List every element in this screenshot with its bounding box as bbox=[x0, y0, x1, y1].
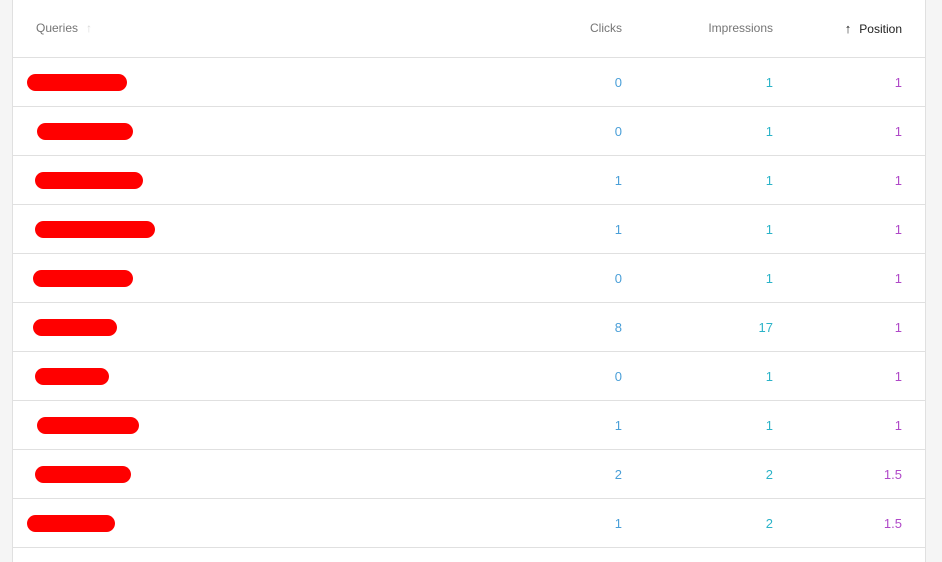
clicks-value: 1 bbox=[614, 516, 622, 531]
table-row[interactable]: 0 1 1 bbox=[13, 352, 925, 401]
table-row[interactable]: 1 2 1.5 bbox=[13, 499, 925, 548]
header-clicks[interactable]: Clicks bbox=[590, 21, 622, 35]
header-position[interactable]: ↑ Position bbox=[845, 21, 902, 36]
position-value: 1 bbox=[894, 124, 902, 139]
position-value: 1 bbox=[894, 418, 902, 433]
header-queries[interactable]: Queries ↑ bbox=[36, 21, 92, 35]
position-value: 1 bbox=[894, 369, 902, 384]
redacted-query bbox=[35, 368, 109, 385]
clicks-value: 1 bbox=[614, 173, 622, 188]
header-impressions[interactable]: Impressions bbox=[708, 21, 773, 35]
impressions-value: 1 bbox=[765, 173, 773, 188]
queries-table: Queries ↑ Clicks Impressions ↑ Position 0 1… bbox=[12, 0, 926, 562]
position-value: 1 bbox=[894, 222, 902, 237]
table-row[interactable]: 8 17 1 bbox=[13, 303, 925, 352]
impressions-value: 1 bbox=[765, 75, 773, 90]
impressions-value: 1 bbox=[765, 369, 773, 384]
table-row[interactable]: 2 2 1.5 bbox=[13, 450, 925, 499]
redacted-query bbox=[27, 515, 115, 532]
impressions-value: 2 bbox=[765, 467, 773, 482]
redacted-query bbox=[37, 123, 133, 140]
impressions-value: 2 bbox=[765, 516, 773, 531]
table-row[interactable]: 0 1 1 bbox=[13, 107, 925, 156]
table-row[interactable]: 1 1 1 bbox=[13, 205, 925, 254]
clicks-value: 8 bbox=[614, 320, 622, 335]
position-value: 1 bbox=[894, 75, 902, 90]
redacted-query bbox=[33, 270, 133, 287]
redacted-query bbox=[35, 221, 155, 238]
clicks-value: 0 bbox=[614, 271, 622, 286]
clicks-value: 0 bbox=[614, 75, 622, 90]
impressions-value: 17 bbox=[758, 320, 773, 335]
arrow-up-icon: ↑ bbox=[844, 21, 852, 36]
clicks-value: 0 bbox=[614, 369, 622, 384]
redacted-query bbox=[35, 172, 143, 189]
impressions-value: 1 bbox=[765, 418, 773, 433]
redacted-query bbox=[37, 417, 139, 434]
redacted-query bbox=[27, 74, 127, 91]
table-row[interactable]: 1 1 1 bbox=[13, 156, 925, 205]
redacted-query bbox=[33, 319, 117, 336]
table-row[interactable]: 0 1 1 bbox=[13, 254, 925, 303]
clicks-value: 1 bbox=[614, 222, 622, 237]
position-value: 1 bbox=[894, 173, 902, 188]
impressions-value: 1 bbox=[765, 271, 773, 286]
redacted-query bbox=[35, 466, 131, 483]
position-value: 1 bbox=[894, 320, 902, 335]
sort-arrow-up-icon: ↑ bbox=[86, 21, 93, 35]
clicks-value: 0 bbox=[614, 124, 622, 139]
table-header: Queries ↑ Clicks Impressions ↑ Position bbox=[13, 0, 925, 58]
clicks-value: 1 bbox=[614, 418, 622, 433]
position-value: 1 bbox=[894, 271, 902, 286]
position-value: 1.5 bbox=[883, 516, 902, 531]
impressions-value: 1 bbox=[765, 222, 773, 237]
table-row[interactable]: 0 1 1 bbox=[13, 58, 925, 107]
clicks-value: 2 bbox=[614, 467, 622, 482]
impressions-value: 1 bbox=[765, 124, 773, 139]
position-value: 1.5 bbox=[883, 467, 902, 482]
table-row[interactable]: 1 1 1 bbox=[13, 401, 925, 450]
